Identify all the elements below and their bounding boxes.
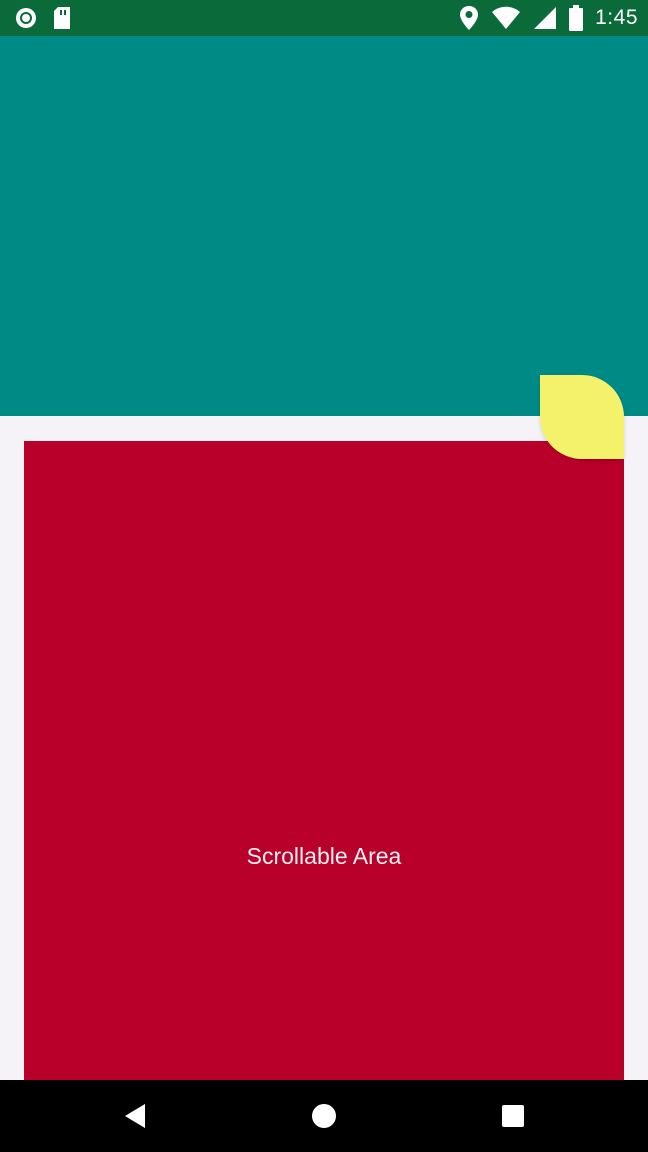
battery-icon	[569, 5, 584, 31]
status-bar: 1:45	[0, 0, 648, 36]
home-icon	[311, 1103, 337, 1129]
leaf-fab-button[interactable]	[540, 375, 624, 459]
cellular-signal-icon	[533, 6, 557, 30]
wifi-icon	[491, 6, 521, 30]
scrollable-area-label: Scrollable Area	[246, 843, 402, 869]
status-left-icons	[14, 6, 72, 30]
back-button[interactable]	[95, 1080, 175, 1152]
home-button[interactable]	[284, 1080, 364, 1152]
app-header	[0, 36, 648, 416]
navigation-bar	[0, 1080, 648, 1152]
sync-circle-icon	[14, 6, 38, 30]
app-screen: 1:45 Scrollable Area	[0, 0, 648, 1152]
status-time: 1:45	[595, 6, 638, 29]
sd-card-icon	[52, 6, 72, 30]
scrollable-content-card[interactable]	[24, 441, 624, 1080]
location-pin-icon	[459, 5, 479, 31]
recents-button[interactable]	[473, 1080, 553, 1152]
back-icon	[123, 1103, 147, 1129]
status-right-icons: 1:45	[459, 5, 638, 31]
recents-icon	[501, 1104, 525, 1128]
